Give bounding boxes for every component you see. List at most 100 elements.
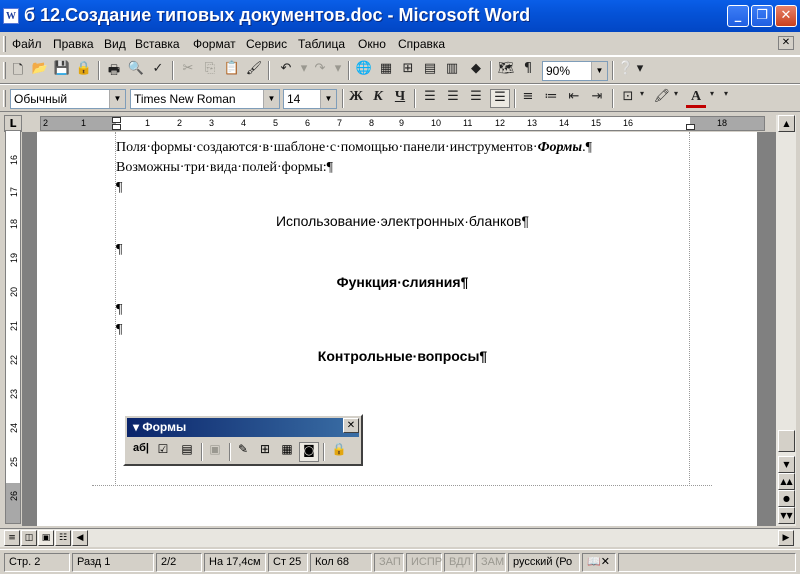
redo-dropdown-icon[interactable]: ▾ xyxy=(328,61,348,80)
font-size-combobox[interactable]: 14 ▼ xyxy=(283,89,337,109)
spelling-icon[interactable]: ✓ xyxy=(148,61,168,80)
chevron-down-icon[interactable]: ▾ xyxy=(670,89,682,108)
font-color-button[interactable]: A xyxy=(686,89,706,108)
previous-page-button[interactable]: ▲▲ xyxy=(778,473,795,490)
format-painter-icon[interactable]: 🖌 xyxy=(244,61,264,80)
font-combobox[interactable]: Times New Roman ▼ xyxy=(130,89,280,109)
menu-tools[interactable]: Сервис xyxy=(246,37,287,51)
copy-icon[interactable]: ⎘ xyxy=(200,61,220,80)
permission-icon[interactable]: 🔒 xyxy=(74,61,94,80)
empty-paragraph[interactable]: ¶ xyxy=(116,180,122,196)
document-page[interactable]: Поля·формы·создаются·в·шаблоне·с·помощью… xyxy=(37,132,757,526)
maximize-button[interactable]: ❐ xyxy=(751,5,773,27)
toolbar-grip[interactable] xyxy=(3,90,6,107)
status-section[interactable]: Разд 1 xyxy=(72,553,154,572)
checkbox-form-field-button[interactable]: ☑ xyxy=(153,442,173,462)
drawing-icon[interactable]: ◆ xyxy=(466,61,486,80)
redo-icon[interactable]: ↷ xyxy=(310,61,330,80)
style-combobox[interactable]: Обычный ▼ xyxy=(10,89,126,109)
document-area[interactable]: Поля·формы·создаются·в·шаблоне·с·помощью… xyxy=(22,132,776,526)
align-center-icon[interactable]: ☰ xyxy=(443,89,463,108)
decrease-indent-icon[interactable]: ⇤ xyxy=(564,89,584,108)
draw-table-icon[interactable]: ✎ xyxy=(233,442,253,462)
toolbar-grip[interactable] xyxy=(3,62,6,79)
protect-form-lock-icon[interactable]: 🔒 xyxy=(329,442,349,462)
horizontal-ruler[interactable]: 2 1 1 2 3 4 5 6 7 8 9 10 11 12 13 14 15 … xyxy=(40,116,765,131)
open-icon[interactable]: 📂 xyxy=(30,61,50,80)
heading-review-questions[interactable]: Контрольные·вопросы¶ xyxy=(116,348,689,364)
borders-icon[interactable]: ⊡ xyxy=(618,89,638,108)
save-icon[interactable]: 💾 xyxy=(52,61,72,80)
cut-icon[interactable]: ✂ xyxy=(178,61,198,80)
dropdown-form-field-icon[interactable]: ▤ xyxy=(177,442,197,462)
bullets-icon[interactable]: ≔ xyxy=(541,89,561,108)
status-trk[interactable]: ИСПР xyxy=(406,553,442,572)
status-ovr[interactable]: ЗАМ xyxy=(476,553,506,572)
columns-icon[interactable]: ▥ xyxy=(442,61,462,80)
print-icon[interactable]: 🖶 xyxy=(104,61,124,80)
tables-borders-icon[interactable]: ▦ xyxy=(376,61,396,80)
forms-toolbar-titlebar[interactable]: ▾ Формы xyxy=(127,418,359,437)
paragraph-line[interactable]: Поля·формы·создаются·в·шаблоне·с·помощью… xyxy=(116,140,592,156)
left-indent-marker[interactable] xyxy=(112,124,121,130)
status-column[interactable]: Кол 68 xyxy=(310,553,372,572)
scroll-right-button[interactable]: ▶ xyxy=(778,530,794,546)
status-rec[interactable]: ЗАП xyxy=(374,553,404,572)
insert-table-icon[interactable]: ⊞ xyxy=(398,61,418,80)
word-app-icon[interactable]: W xyxy=(3,8,19,24)
chevron-down-icon[interactable]: ▼ xyxy=(320,90,336,108)
align-right-icon[interactable]: ☰ xyxy=(466,89,486,108)
print-layout-button[interactable]: ▣ xyxy=(38,530,54,546)
heading-mail-merge[interactable]: Функция·слияния¶ xyxy=(116,274,689,290)
show-formatting-icon[interactable]: ¶ xyxy=(518,61,538,80)
scroll-left-button[interactable]: ◀ xyxy=(72,530,88,546)
zoom-combobox[interactable]: 90% ▼ xyxy=(542,61,608,81)
horizontal-scrollbar[interactable]: ≡ ◫ ▣ ☷ ◀ ▶ xyxy=(0,528,800,547)
hyperlink-icon[interactable]: 🌐 xyxy=(354,61,374,80)
close-button[interactable]: ✕ xyxy=(775,5,797,27)
menu-format[interactable]: Формат xyxy=(193,37,236,51)
empty-paragraph[interactable]: ¶ xyxy=(116,302,122,318)
scroll-thumb[interactable] xyxy=(778,430,795,452)
select-browse-object-button[interactable]: ● xyxy=(778,490,795,507)
heading-electronic-forms[interactable]: Использование·электронных·бланков¶ xyxy=(116,213,689,229)
status-line[interactable]: Ст 25 xyxy=(268,553,308,572)
justify-icon[interactable]: ☰ xyxy=(490,89,510,108)
menu-window[interactable]: Окно xyxy=(358,37,386,51)
menu-insert[interactable]: Вставка xyxy=(135,37,180,51)
italic-button[interactable]: К xyxy=(368,89,388,108)
chevron-down-icon[interactable]: ▼ xyxy=(591,62,607,80)
web-layout-button[interactable]: ◫ xyxy=(21,530,37,546)
vertical-scrollbar[interactable]: ▲ ▼ ▲▲ ● ▼▼ xyxy=(776,115,796,526)
spelling-status-icon[interactable]: 📖✕ xyxy=(582,553,616,572)
chevron-down-icon[interactable]: ▼ xyxy=(263,90,279,108)
form-field-shading-icon[interactable]: ◙ xyxy=(299,442,319,462)
new-icon[interactable]: 🗋 xyxy=(8,61,28,80)
increase-indent-icon[interactable]: ⇥ xyxy=(587,89,607,108)
menu-grip[interactable] xyxy=(3,36,6,52)
forms-toolbar-close-button[interactable]: ✕ xyxy=(343,418,359,433)
document-close-button[interactable]: ✕ xyxy=(778,36,794,50)
empty-paragraph[interactable]: ¶ xyxy=(116,242,122,258)
insert-frame-icon[interactable]: ▦ xyxy=(277,442,297,462)
chevron-down-icon[interactable]: ▼ xyxy=(109,90,125,108)
highlight-icon[interactable]: 🖍 xyxy=(652,89,672,108)
document-map-icon[interactable]: 🗺 xyxy=(496,61,516,80)
status-position[interactable]: На 17,4см xyxy=(204,553,266,572)
chevron-down-icon[interactable]: ▾ xyxy=(636,89,648,108)
menu-help[interactable]: Справка xyxy=(398,37,445,51)
first-line-indent-marker[interactable] xyxy=(112,117,121,123)
underline-button[interactable]: Ч xyxy=(390,89,410,108)
numbering-icon[interactable]: ≡ xyxy=(518,89,538,108)
scroll-up-button[interactable]: ▲ xyxy=(778,115,795,132)
align-left-icon[interactable]: ☰ xyxy=(420,89,440,108)
menu-file[interactable]: Файл xyxy=(12,37,42,51)
print-preview-icon[interactable]: 🔍 xyxy=(126,61,146,80)
help-icon[interactable]: ❔ xyxy=(616,61,636,80)
outline-view-button[interactable]: ☷ xyxy=(55,530,71,546)
toolbar-options-icon[interactable]: ▾ xyxy=(634,61,646,80)
toolbar-options-icon[interactable]: ▾ xyxy=(720,89,732,108)
status-ext[interactable]: ВДЛ xyxy=(444,553,474,572)
right-indent-marker[interactable] xyxy=(686,124,695,130)
text-form-field-button[interactable]: аб| xyxy=(131,442,151,462)
